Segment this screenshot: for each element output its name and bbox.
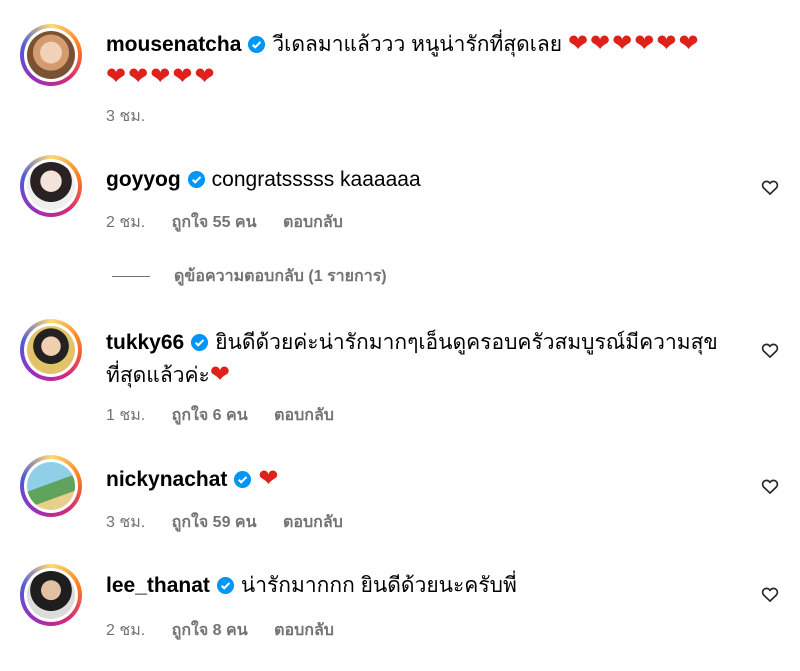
view-replies-button[interactable]: ดูข้อความตอบกลับ (1 รายการ): [112, 264, 387, 289]
comment-text: วีเดลมาแล้ววว หนูน่ารักที่สุดเลย: [272, 33, 563, 56]
heart-emoji: ❤❤❤❤❤: [106, 63, 217, 90]
avatar[interactable]: [20, 455, 82, 517]
heart-emoji: ❤❤❤❤❤❤: [567, 30, 701, 57]
comment-meta: 3 ชม.: [106, 104, 167, 129]
view-replies-label: ดูข้อความตอบกลับ (1 รายการ): [174, 268, 387, 285]
username[interactable]: lee_thanat: [106, 574, 210, 597]
likes-count[interactable]: ถูกใจ 55 คน: [172, 214, 257, 231]
reply-button[interactable]: ตอบกลับ: [274, 407, 334, 424]
heart-outline-icon[interactable]: [760, 340, 780, 360]
reply-button[interactable]: ตอบกลับ: [274, 622, 334, 639]
comment-text: ยินดีด้วยค่ะน่ารักมากๆเอ็นดูครอบครัวสมบู…: [215, 331, 718, 354]
comment-text: congratsssss kaaaaaa: [211, 168, 421, 191]
avatar[interactable]: [20, 24, 82, 86]
comment-meta: 2 ชม. ถูกใจ 55 คน ตอบกลับ: [106, 210, 365, 235]
verified-badge-icon: [216, 576, 234, 595]
timestamp: 3 ชม.: [106, 108, 146, 125]
verified-badge-icon: [248, 35, 266, 54]
comment-meta: 2 ชม. ถูกใจ 8 คน ตอบกลับ: [106, 618, 356, 643]
heart-outline-icon[interactable]: [760, 584, 780, 604]
timestamp: 1 ชม.: [106, 407, 146, 424]
username[interactable]: mousenatcha: [106, 33, 241, 56]
likes-count[interactable]: ถูกใจ 6 คน: [172, 407, 248, 424]
heart-emoji: ❤: [258, 465, 281, 492]
likes-count[interactable]: ถูกใจ 8 คน: [172, 622, 248, 639]
timestamp: 3 ชม.: [106, 514, 146, 531]
verified-badge-icon: [191, 333, 209, 352]
comment-meta: 3 ชม. ถูกใจ 59 คน ตอบกลับ: [106, 510, 365, 535]
avatar[interactable]: [20, 319, 82, 381]
reply-button[interactable]: ตอบกลับ: [283, 214, 343, 231]
divider: [112, 276, 150, 278]
comment-text: น่ารักมากกก ยินดีด้วยนะครับพี่: [240, 574, 517, 597]
likes-count[interactable]: ถูกใจ 59 คน: [172, 514, 257, 531]
timestamp: 2 ชม.: [106, 622, 146, 639]
avatar[interactable]: [20, 564, 82, 626]
username[interactable]: tukky66: [106, 331, 184, 354]
heart-outline-icon[interactable]: [760, 177, 780, 197]
comment-meta: 1 ชม. ถูกใจ 6 คน ตอบกลับ: [106, 403, 356, 428]
heart-emoji: ❤: [209, 361, 232, 388]
heart-outline-icon[interactable]: [760, 476, 780, 496]
username[interactable]: goyyog: [106, 168, 181, 191]
verified-badge-icon: [234, 470, 252, 489]
comment-text-continued: ที่สุดแล้วค่ะ: [106, 364, 210, 387]
username[interactable]: nickynachat: [106, 468, 227, 491]
timestamp: 2 ชม.: [106, 214, 146, 231]
avatar[interactable]: [20, 155, 82, 217]
reply-button[interactable]: ตอบกลับ: [283, 514, 343, 531]
verified-badge-icon: [187, 170, 205, 189]
